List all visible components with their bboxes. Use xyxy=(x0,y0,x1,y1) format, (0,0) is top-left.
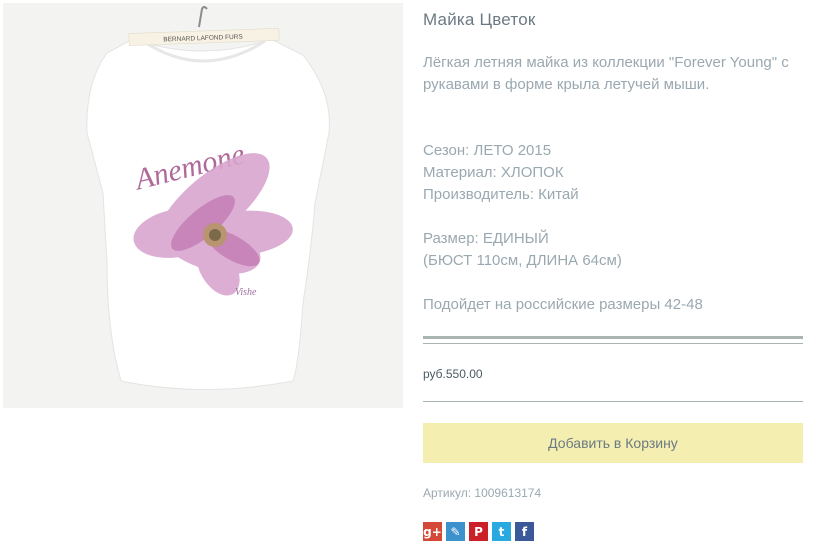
social-share-bar: g+ ✎ Pt f xyxy=(423,522,534,541)
twitter-icon[interactable]: t xyxy=(492,522,511,541)
sku: Артикул: 1009613174 xyxy=(423,486,541,500)
sku-label: Артикул: xyxy=(423,486,475,500)
product-size: Размер: ЕДИНЫЙ (БЮСТ 110см, ДЛИНА 64см) xyxy=(423,228,622,272)
product-image[interactable]: BERNARD LAFOND FURS Anemone Vishe xyxy=(3,3,403,408)
product-specs: Сезон: ЛЕТО 2015 Материал: ХЛОПОК Произв… xyxy=(423,140,579,206)
add-to-cart-button[interactable]: Добавить в Корзину xyxy=(423,423,803,463)
season-text: Сезон: ЛЕТО 2015 xyxy=(423,142,552,159)
size-text: Размер: ЕДИНЫЙ xyxy=(423,230,549,247)
google-plus-icon[interactable]: g+ xyxy=(423,522,442,541)
measurements-text: (БЮСТ 110см, ДЛИНА 64см) xyxy=(423,252,622,269)
product-price: руб.550.00 xyxy=(423,367,483,381)
divider xyxy=(423,343,803,344)
livejournal-icon[interactable]: ✎ xyxy=(446,522,465,541)
material-text: Материал: ХЛОПОК xyxy=(423,164,564,181)
divider xyxy=(423,401,803,402)
product-description: Лёгкая летняя майка из коллекции "Foreve… xyxy=(423,54,789,93)
pinterest-icon[interactable]: P xyxy=(469,522,488,541)
fit-note: Подойдет на российские размеры 42-48 xyxy=(423,296,703,313)
divider xyxy=(423,336,803,339)
manufacturer-text: Производитель: Китай xyxy=(423,186,579,203)
product-title: Майка Цветок xyxy=(423,10,536,29)
sku-value: 1009613174 xyxy=(474,486,542,500)
facebook-icon[interactable]: f xyxy=(515,522,534,541)
print-signature-text: Vishe xyxy=(235,287,257,298)
